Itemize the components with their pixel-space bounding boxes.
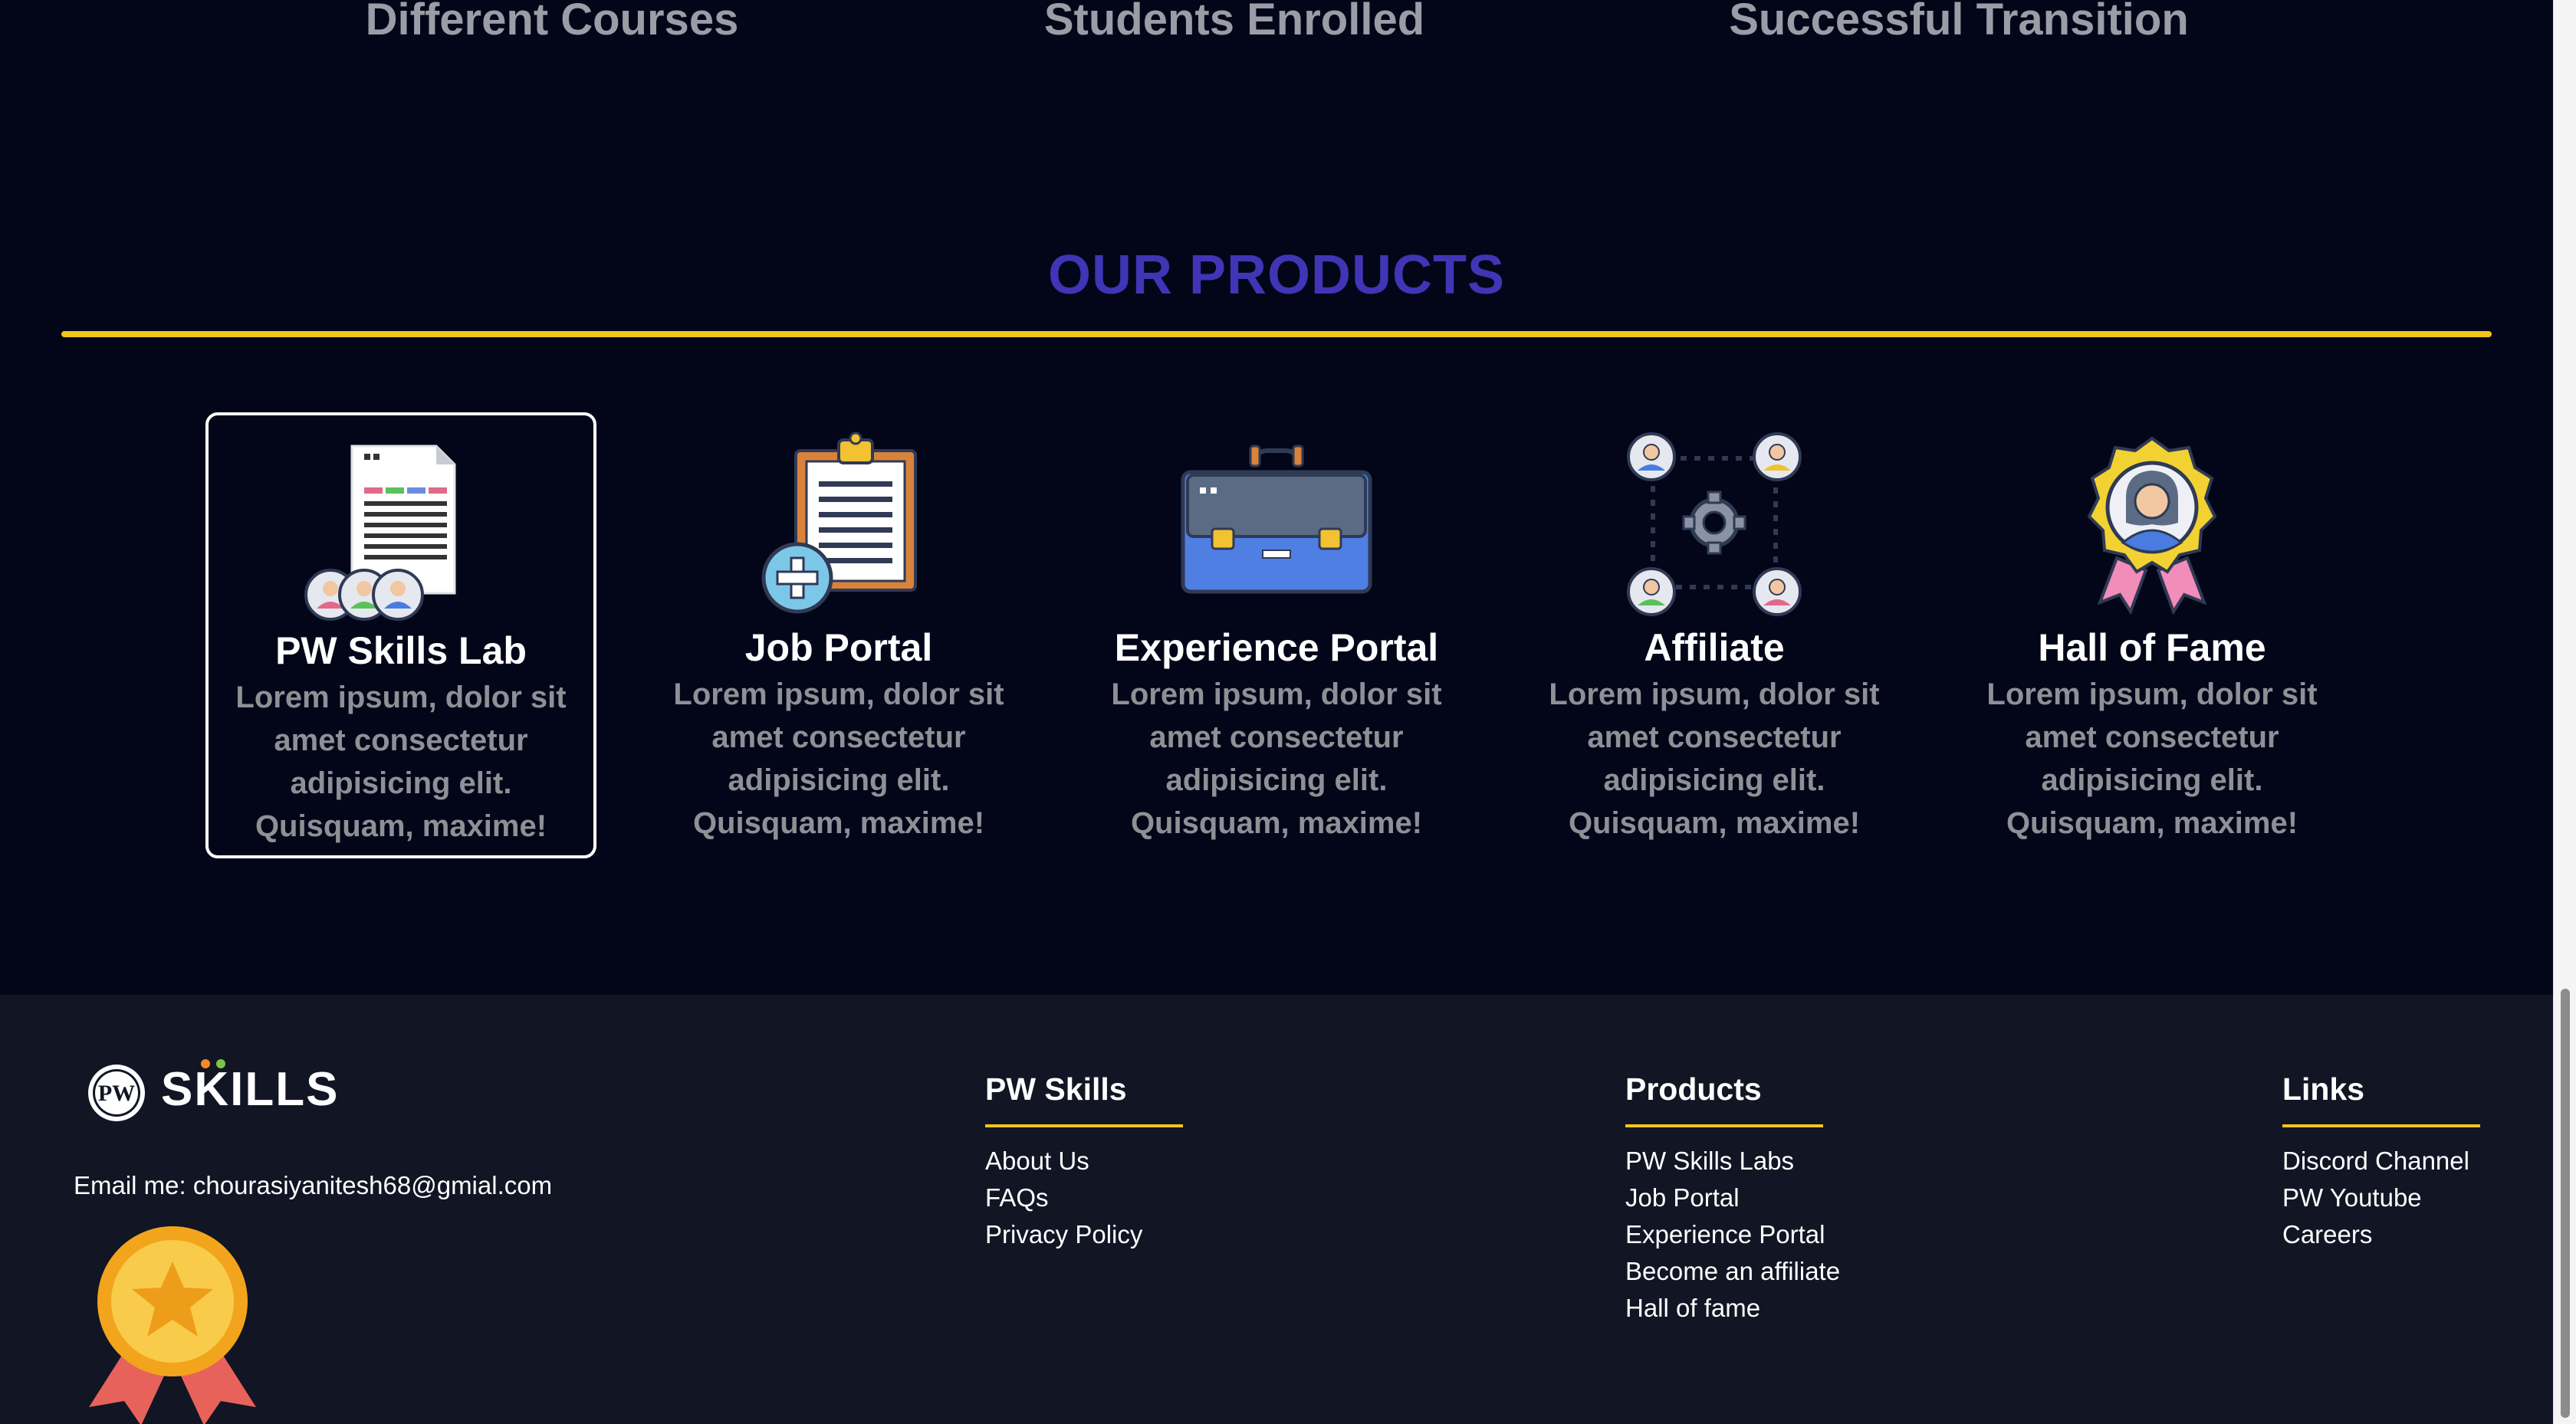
product-description: Lorem ipsum, dolor sit amet consectetur … bbox=[673, 678, 1004, 840]
product-description: Lorem ipsum, dolor sit amet consectetur … bbox=[235, 681, 567, 843]
svg-text:PW: PW bbox=[98, 1081, 135, 1106]
footer-col-heading: Products bbox=[1625, 1071, 1762, 1107]
briefcase-icon bbox=[1181, 445, 1372, 594]
heading-underline bbox=[985, 1124, 1183, 1127]
product-name: Hall of Fame bbox=[2038, 626, 2266, 669]
brand-text: SKILLS bbox=[161, 1063, 340, 1116]
stat-label-students: Students Enrolled bbox=[1043, 0, 1425, 44]
product-name: Experience Portal bbox=[1114, 626, 1439, 669]
footer-link-pw-skills-labs[interactable]: PW Skills Labs bbox=[1625, 1143, 1840, 1180]
footer-col-heading: PW Skills bbox=[985, 1071, 1127, 1107]
medal-icon bbox=[89, 1226, 256, 1424]
footer-link-job-portal[interactable]: Job Portal bbox=[1625, 1180, 1840, 1216]
footer-col-links: Links Discord Channel PW Youtube Careers bbox=[2282, 1071, 2480, 1253]
product-card-job-portal[interactable]: Job Portal Lorem ipsum, dolor sit amet c… bbox=[643, 412, 1034, 858]
document-users-icon bbox=[304, 445, 456, 621]
award-badge-icon bbox=[2087, 436, 2217, 615]
footer-link-discord-channel[interactable]: Discord Channel bbox=[2282, 1143, 2480, 1180]
pw-logo-icon: PW bbox=[88, 1065, 145, 1121]
footer-link-privacy-policy[interactable]: Privacy Policy bbox=[985, 1216, 1183, 1253]
product-description: Lorem ipsum, dolor sit amet consectetur … bbox=[1986, 678, 2318, 840]
footer-col-pw-skills: PW Skills About Us FAQs Privacy Policy bbox=[985, 1071, 1183, 1253]
footer-link-hall-of-fame[interactable]: Hall of fame bbox=[1625, 1290, 1840, 1327]
footer-link-list: Discord Channel PW Youtube Careers bbox=[2282, 1143, 2480, 1253]
stats-strip: Different Courses Students Enrolled Succ… bbox=[0, 0, 2553, 69]
product-card-pw-skills-lab[interactable]: PW Skills Lab Lorem ipsum, dolor sit ame… bbox=[205, 412, 596, 858]
heading-underline bbox=[2282, 1124, 2480, 1127]
heading-underline bbox=[1625, 1124, 1823, 1127]
footer-link-become-affiliate[interactable]: Become an affiliate bbox=[1625, 1253, 1840, 1290]
product-name: Job Portal bbox=[744, 626, 933, 669]
page-scrollbar[interactable] bbox=[2553, 0, 2576, 1424]
product-name: PW Skills Lab bbox=[275, 629, 527, 672]
network-gear-icon bbox=[1627, 432, 1802, 616]
product-description: Lorem ipsum, dolor sit amet consectetur … bbox=[1549, 678, 1880, 840]
brand-logo[interactable]: PW SKILLS bbox=[86, 1056, 337, 1130]
product-card-hall-of-fame[interactable]: Hall of Fame Lorem ipsum, dolor sit amet… bbox=[1957, 412, 2348, 858]
product-card-experience-portal[interactable]: Experience Portal Lorem ipsum, dolor sit… bbox=[1081, 412, 1472, 858]
footer-link-experience-portal[interactable]: Experience Portal bbox=[1625, 1216, 1840, 1253]
stat-label-transition: Successful Transition bbox=[1729, 0, 2189, 44]
product-name: Affiliate bbox=[1644, 626, 1785, 669]
footer-link-list: PW Skills Labs Job Portal Experience Por… bbox=[1625, 1143, 1840, 1327]
contact-email: Email me: chourasiyanitesh68@gmial.com bbox=[74, 1171, 553, 1199]
footer-link-faqs[interactable]: FAQs bbox=[985, 1180, 1183, 1216]
footer-link-pw-youtube[interactable]: PW Youtube bbox=[2282, 1180, 2480, 1216]
stat-label-courses: Different Courses bbox=[365, 0, 739, 44]
product-description: Lorem ipsum, dolor sit amet consectetur … bbox=[1111, 678, 1442, 840]
clipboard-plus-icon bbox=[761, 431, 917, 614]
footer-col-heading: Links bbox=[2282, 1071, 2365, 1107]
brand-dots-icon bbox=[201, 1059, 225, 1068]
footer-link-about-us[interactable]: About Us bbox=[985, 1143, 1183, 1180]
product-card-affiliate[interactable]: Affiliate Lorem ipsum, dolor sit amet co… bbox=[1519, 412, 1910, 858]
products-title: OUR PRODUCTS bbox=[1047, 244, 1505, 306]
products-divider bbox=[61, 331, 2492, 337]
scrollbar-thumb[interactable] bbox=[2561, 989, 2570, 1418]
page: Different Courses Students Enrolled Succ… bbox=[0, 0, 2553, 1424]
footer-link-careers[interactable]: Careers bbox=[2282, 1216, 2480, 1253]
footer-link-list: About Us FAQs Privacy Policy bbox=[985, 1143, 1183, 1253]
footer-col-products: Products PW Skills Labs Job Portal Exper… bbox=[1625, 1071, 1840, 1327]
footer: PW SKILLS Email me: chourasiyanitesh68@g… bbox=[0, 995, 2553, 1424]
